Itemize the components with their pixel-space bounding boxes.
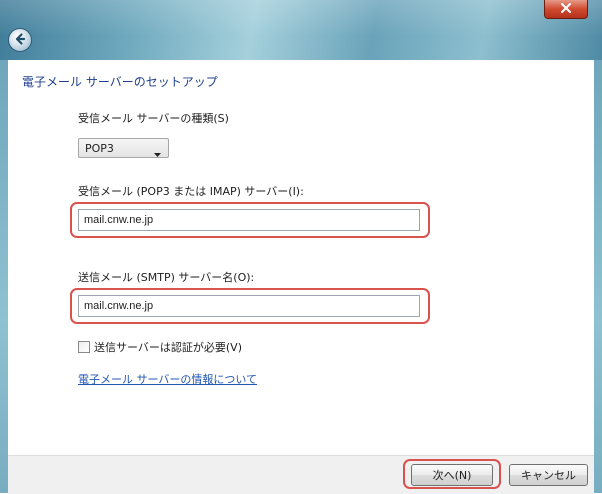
incoming-server-input[interactable] xyxy=(78,209,420,231)
back-button[interactable] xyxy=(8,28,32,52)
outgoing-server-label: 送信メール (SMTP) サーバー名(O): xyxy=(78,271,255,284)
next-button[interactable]: 次へ(N) xyxy=(411,464,493,486)
window-border-left xyxy=(0,60,8,493)
window-titlebar xyxy=(0,0,602,60)
close-button[interactable] xyxy=(544,0,588,19)
outgoing-server-input[interactable] xyxy=(78,295,420,317)
incoming-type-select[interactable]: POP3 xyxy=(78,138,169,158)
back-arrow-icon xyxy=(13,32,27,49)
titlebar-sheen xyxy=(0,0,602,60)
cancel-button[interactable]: キャンセル xyxy=(509,464,588,486)
incoming-server-label: 受信メール (POP3 または IMAP) サーバー(I): xyxy=(78,185,304,198)
auth-checkbox-label: 送信サーバーは認証が必要(V) xyxy=(94,341,242,354)
chevron-down-icon xyxy=(154,147,161,160)
incoming-type-value: POP3 xyxy=(85,141,114,155)
auth-checkbox[interactable] xyxy=(78,341,90,353)
close-icon xyxy=(560,2,572,16)
auth-checkbox-row[interactable]: 送信サーバーは認証が必要(V) xyxy=(78,339,242,355)
dialog-footer: 次へ(N) キャンセル xyxy=(8,455,594,494)
page-title: 電子メール サーバーのセットアップ xyxy=(22,75,218,89)
window-border-right xyxy=(594,60,602,493)
dialog-content: 電子メール サーバーのセットアップ 受信メール サーバーの種類(S) POP3 … xyxy=(8,60,594,455)
server-info-link[interactable]: 電子メール サーバーの情報について xyxy=(78,371,257,387)
incoming-type-label: 受信メール サーバーの種類(S) xyxy=(78,112,229,125)
